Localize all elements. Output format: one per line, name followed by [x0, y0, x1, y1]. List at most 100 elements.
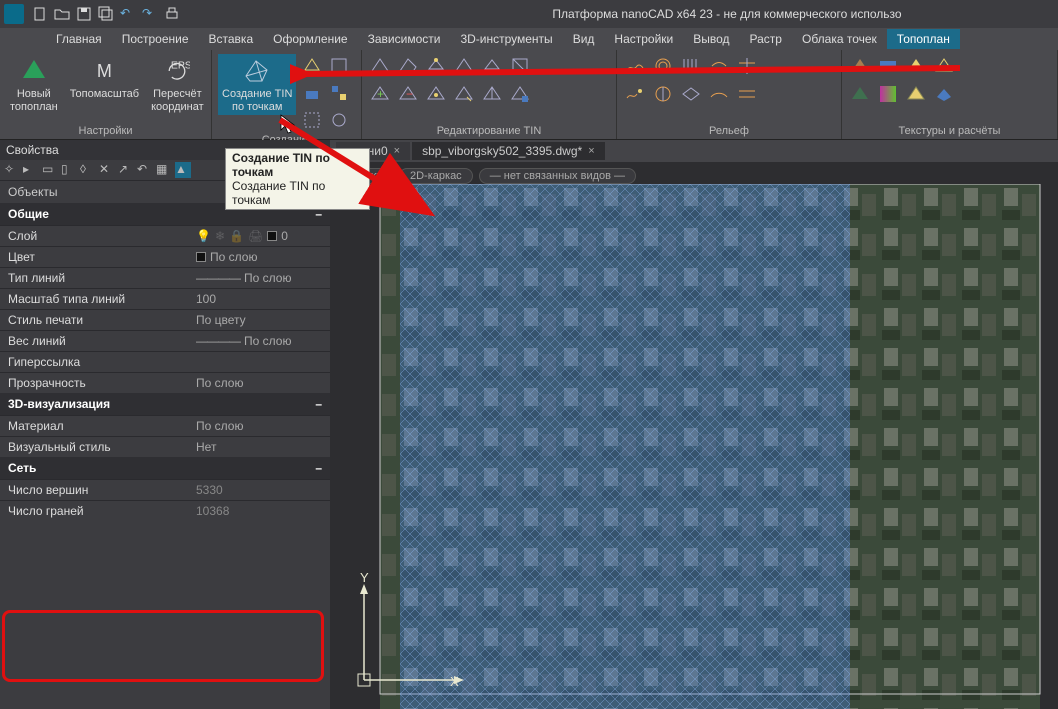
- create-tool-1[interactable]: [300, 54, 324, 78]
- ltype-key: Тип линий: [8, 271, 196, 285]
- relief-tool-b5[interactable]: [735, 82, 759, 106]
- create-tool-4[interactable]: [327, 81, 351, 105]
- link-value[interactable]: [196, 355, 322, 369]
- properties-panel: Свойства ✧ ▸ ▭ ▯ ◊ ✕ ↗ ↶ ▦ ▲ Объекты Сет…: [0, 140, 330, 709]
- edit-tool-a6[interactable]: [508, 54, 532, 78]
- tex-tool-b2[interactable]: [876, 82, 900, 106]
- relief-tool-a2[interactable]: [651, 54, 675, 78]
- edit-tool-a4[interactable]: [452, 54, 476, 78]
- edit-tool-b6[interactable]: [508, 82, 532, 106]
- menu-item-вставка[interactable]: Вставка: [199, 29, 264, 49]
- edit-tool-b5[interactable]: [480, 82, 504, 106]
- mat-value[interactable]: По слою: [196, 419, 322, 433]
- relief-tool-b1[interactable]: [623, 82, 647, 106]
- save-icon[interactable]: [76, 6, 92, 22]
- create-tin-by-points-button[interactable]: Создание TIN по точкам: [218, 54, 296, 115]
- plot-value[interactable]: По цвету: [196, 313, 322, 327]
- edit-tool-a5[interactable]: [480, 54, 504, 78]
- pick-icon[interactable]: ▲: [175, 162, 191, 178]
- edit-tool-a1[interactable]: [368, 54, 392, 78]
- edit-tool-b2[interactable]: −: [396, 82, 420, 106]
- tex-tool-a1[interactable]: [848, 54, 872, 78]
- section-mesh[interactable]: Сеть–: [0, 457, 330, 479]
- ltscale-value[interactable]: 100: [196, 292, 322, 306]
- menu-item-3d-инструменты[interactable]: 3D-инструменты: [450, 29, 562, 49]
- menu-item-топоплан[interactable]: Топоплан: [887, 29, 960, 49]
- relief-tool-b3[interactable]: [679, 82, 703, 106]
- tex-tool-b1[interactable]: [848, 82, 872, 106]
- edit-tool-b1[interactable]: +: [368, 82, 392, 106]
- panel-caption: Рельеф: [623, 125, 835, 137]
- bulb-icon: 💡: [196, 229, 211, 243]
- axis-gizmo: [344, 580, 474, 700]
- edit-tool-a2[interactable]: [396, 54, 420, 78]
- create-tool-2[interactable]: [327, 54, 351, 78]
- create-tool-5[interactable]: [300, 108, 324, 132]
- redo-icon[interactable]: ↷: [142, 6, 158, 22]
- transp-value[interactable]: По слою: [196, 376, 322, 390]
- sel-add-icon[interactable]: ✧: [4, 162, 20, 178]
- rect-sel-icon[interactable]: ▭: [42, 162, 58, 178]
- menu-item-построение[interactable]: Построение: [112, 29, 199, 49]
- tex-tool-b4[interactable]: [932, 82, 956, 106]
- color-key: Цвет: [8, 250, 196, 264]
- relief-tool-a1[interactable]: [623, 54, 647, 78]
- app-logo: [4, 4, 24, 24]
- new-file-icon[interactable]: [32, 6, 48, 22]
- view-badge[interactable]: — нет связанных видов —: [479, 168, 636, 184]
- layer-value[interactable]: 💡❄🔒🖨 0: [196, 229, 322, 243]
- relief-tool-a4[interactable]: [707, 54, 731, 78]
- window-title: Платформа nanoCAD x64 23 - не для коммер…: [400, 7, 1054, 21]
- vstyle-value[interactable]: Нет: [196, 440, 322, 454]
- menu-item-главная[interactable]: Главная: [46, 29, 112, 49]
- tex-tool-b3[interactable]: [904, 82, 928, 106]
- relief-tool-a5[interactable]: [735, 54, 759, 78]
- menu-item-настройки[interactable]: Настройки: [604, 29, 683, 49]
- new-topoplan-button[interactable]: Новый топоплан: [6, 54, 62, 115]
- rect-sel2-icon[interactable]: ▯: [61, 162, 77, 178]
- panel-caption: Редактирование TIN: [368, 125, 610, 137]
- collapse-icon[interactable]: –: [315, 461, 322, 475]
- section-3d[interactable]: 3D-визуализация–: [0, 393, 330, 415]
- prev-icon[interactable]: ↶: [137, 162, 153, 178]
- menu-item-вывод[interactable]: Вывод: [683, 29, 739, 49]
- create-tool-6[interactable]: [327, 108, 351, 132]
- document-tab[interactable]: sbp_viborgsky502_3395.dwg*×: [412, 142, 605, 160]
- recalc-coords-button[interactable]: EPSG Пересчёт координат: [147, 54, 208, 115]
- lweight-value[interactable]: ———— По слою: [196, 334, 322, 348]
- menu-item-зависимости[interactable]: Зависимости: [358, 29, 451, 49]
- fence-icon[interactable]: ↗: [118, 162, 134, 178]
- color-value[interactable]: По слою: [196, 250, 322, 264]
- tex-tool-a4[interactable]: [932, 54, 956, 78]
- tooltip: Создание TIN по точкам Создание TIN по т…: [225, 148, 370, 210]
- relief-tool-a3[interactable]: [679, 54, 703, 78]
- relief-tool-b2[interactable]: [651, 82, 675, 106]
- open-folder-icon[interactable]: [54, 6, 70, 22]
- lasso-icon[interactable]: ◊: [80, 162, 96, 178]
- edit-tool-b4[interactable]: [452, 82, 476, 106]
- create-tool-3[interactable]: [300, 81, 324, 105]
- topo-scale-button[interactable]: M Топомасштаб: [66, 54, 143, 103]
- ribbon-panel-edit-tin: + − Редактирование TIN: [362, 50, 617, 139]
- cursor-icon[interactable]: ▸: [23, 162, 39, 178]
- edit-tool-b3[interactable]: [424, 82, 448, 106]
- cross-sel-icon[interactable]: ✕: [99, 162, 115, 178]
- undo-icon[interactable]: ↶: [120, 6, 136, 22]
- collapse-icon[interactable]: –: [315, 397, 322, 411]
- menu-item-вид[interactable]: Вид: [563, 29, 605, 49]
- drawing-canvas[interactable]: имени0×sbp_viborgsky502_3395.dwg*× рху2D…: [330, 140, 1058, 709]
- tex-tool-a2[interactable]: [876, 54, 900, 78]
- all-icon[interactable]: ▦: [156, 162, 172, 178]
- menu-item-растр[interactable]: Растр: [740, 29, 792, 49]
- view-badge[interactable]: 2D-каркас: [399, 168, 473, 184]
- save-all-icon[interactable]: [98, 6, 114, 22]
- relief-tool-b4[interactable]: [707, 82, 731, 106]
- ltype-value[interactable]: ———— По слою: [196, 271, 322, 285]
- menu-item-облака точек[interactable]: Облака точек: [792, 29, 887, 49]
- close-icon[interactable]: ×: [394, 145, 400, 157]
- tex-tool-a3[interactable]: [904, 54, 928, 78]
- edit-tool-a3[interactable]: [424, 54, 448, 78]
- print-icon[interactable]: [164, 6, 180, 22]
- close-icon[interactable]: ×: [588, 145, 594, 157]
- menu-item-оформление[interactable]: Оформление: [263, 29, 357, 49]
